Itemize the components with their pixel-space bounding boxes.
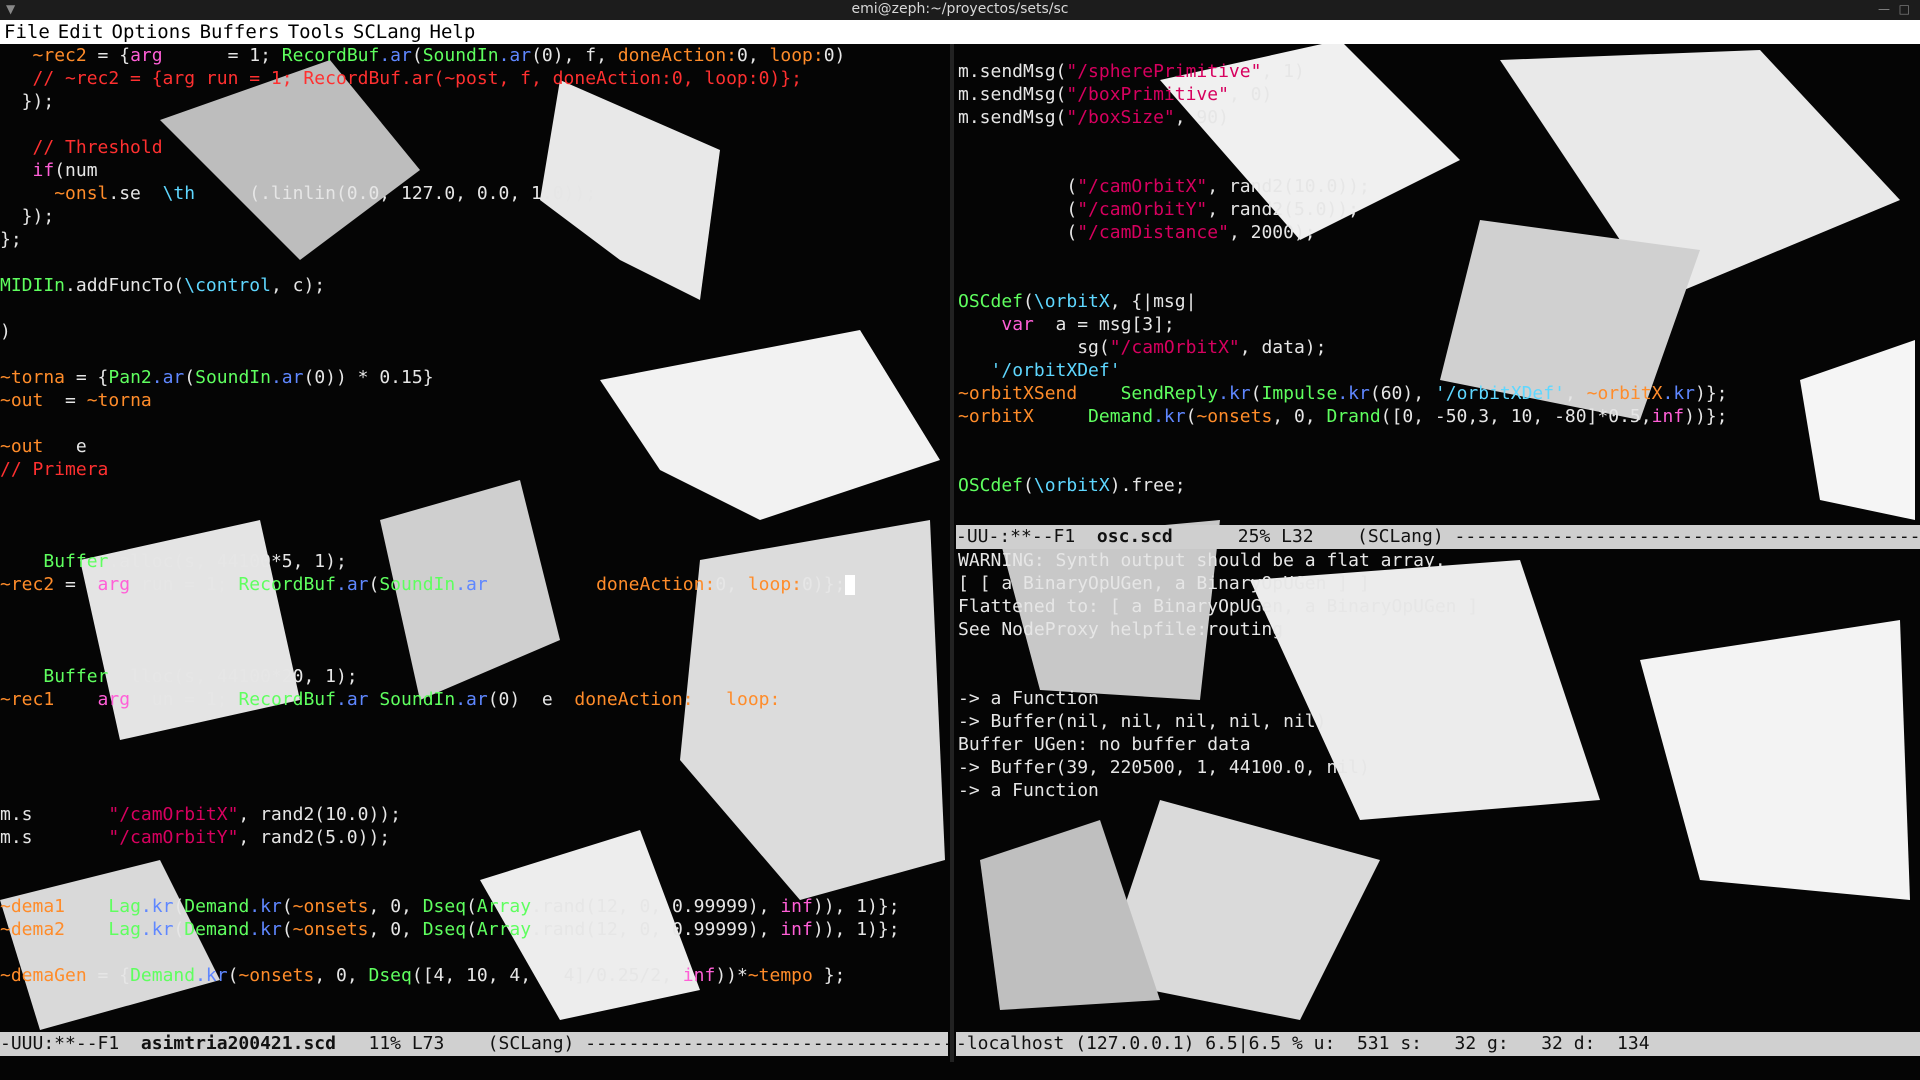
code-line[interactable]: ~orbitX Demand.kr(~onsets, 0, Drand([0, …	[958, 405, 1920, 428]
code-line[interactable]: ~onsl.se \th (.linlin(0.0, 127.0, 0.0, 1…	[0, 182, 944, 205]
post-output-line[interactable]: See NodeProxy helpfile:routing	[958, 618, 1920, 641]
menu-tools[interactable]: Tools	[284, 21, 349, 43]
code-line[interactable]: };	[0, 228, 944, 251]
window-title: emi@zeph:~/proyectos/sets/sc	[851, 1, 1069, 17]
code-line[interactable]: ~demaGen = {Demand.kr(~onsets, 0, Dseq([…	[0, 964, 944, 987]
code-line[interactable]: OSCdef(\orbitX, {|msg|	[958, 290, 1920, 313]
code-line[interactable]: var a = msg[3];	[958, 313, 1920, 336]
modeline-right-top: -UU-:**--F1 osc.scd 25% L32 (SCLang) ---…	[956, 525, 1920, 549]
code-line[interactable]: m.sendMsg("/boxPrimitive", 0)	[958, 83, 1920, 106]
code-line[interactable]: ​	[0, 297, 944, 320]
code-line[interactable]: )	[0, 320, 944, 343]
post-output-line[interactable]: ​	[958, 641, 1920, 664]
code-line[interactable]: // ~rec2 = {arg run = 1; RecordBuf.ar(~p…	[0, 67, 944, 90]
code-line[interactable]: ​	[958, 428, 1920, 451]
code-line[interactable]: ​	[0, 757, 944, 780]
post-output-line[interactable]: [ [ a BinaryOpUGen, a BinaryOpUGen ] ]	[958, 572, 1920, 595]
modeline-filename: osc.scd	[1096, 526, 1173, 547]
menu-edit[interactable]: Edit	[54, 21, 108, 43]
menu-buffers[interactable]: Buffers	[196, 21, 284, 43]
modeline-info: 11% L73 (SCLang) -----------------------…	[335, 1033, 948, 1054]
code-line[interactable]: ​	[0, 527, 944, 550]
code-line[interactable]: if(num	[0, 159, 944, 182]
code-line[interactable]: m.s "/camOrbitY", rand2(5.0));	[0, 826, 944, 849]
code-line[interactable]: ​	[0, 619, 944, 642]
menu-options[interactable]: Options	[108, 21, 196, 43]
maximize-icon[interactable]: □	[1899, 0, 1910, 18]
code-line[interactable]: ​	[958, 267, 1920, 290]
menu-file[interactable]: File	[0, 21, 54, 43]
code-line[interactable]: Buffer.alloc(s, 44100*5, 1);	[0, 550, 944, 573]
code-line[interactable]: ~dema1 Lag.kr(Demand.kr(~onsets, 0, Dseq…	[0, 895, 944, 918]
code-line[interactable]: ​	[0, 481, 944, 504]
server-status: -localhost (127.0.0.1) 6.5|6.5 % u: 531 …	[956, 1033, 1650, 1054]
minimize-icon[interactable]: —	[1878, 0, 1890, 18]
code-line[interactable]: '/orbitXDef'	[958, 359, 1920, 382]
window-menu-icon[interactable]: ▼	[6, 0, 15, 18]
code-line[interactable]: ~orbitXSend SendReply.kr(Impulse.kr(60),…	[958, 382, 1920, 405]
editor-pane-left[interactable]: ~rec2 = {arg = 1; RecordBuf.ar(SoundIn.a…	[0, 44, 944, 1044]
menu-sclang[interactable]: SCLang	[349, 21, 426, 43]
code-line[interactable]: ​	[0, 642, 944, 665]
code-line[interactable]: ​	[0, 734, 944, 757]
code-line[interactable]: });	[0, 90, 944, 113]
code-line[interactable]: ​	[0, 941, 944, 964]
window-titlebar: ▼ emi@zeph:~/proyectos/sets/sc — □	[0, 0, 1920, 20]
code-line[interactable]: ~rec2 = {arg = 1; RecordBuf.ar(SoundIn.a…	[0, 44, 944, 67]
code-line[interactable]: ​	[0, 504, 944, 527]
code-line[interactable]: ​	[958, 451, 1920, 474]
modeline-right-bottom: -localhost (127.0.0.1) 6.5|6.5 % u: 531 …	[956, 1032, 1920, 1056]
text-cursor	[845, 575, 856, 595]
code-line[interactable]: m.sendMsg("/boxSize", 90)	[958, 106, 1920, 129]
post-output-line[interactable]: -> a Function	[958, 779, 1920, 802]
post-window-pane[interactable]: WARNING: Synth output should be a flat a…	[958, 549, 1920, 1029]
code-line[interactable]: ​	[0, 412, 944, 435]
post-output-line[interactable]: WARNING: Synth output should be a flat a…	[958, 549, 1920, 572]
code-line[interactable]: ​	[0, 780, 944, 803]
post-output-line[interactable]: Flattened to: [ a BinaryOpUGen, a Binary…	[958, 595, 1920, 618]
code-line[interactable]: ​	[0, 251, 944, 274]
code-line[interactable]: ​	[0, 849, 944, 872]
post-output-line[interactable]: -> Buffer(nil, nil, nil, nil, nil)	[958, 710, 1920, 733]
window-divider[interactable]	[950, 44, 954, 1062]
code-line[interactable]: ​	[958, 152, 1920, 175]
code-line[interactable]: ​	[0, 113, 944, 136]
code-line[interactable]: ~dema2 Lag.kr(Demand.kr(~onsets, 0, Dseq…	[0, 918, 944, 941]
code-line[interactable]: OSCdef(\orbitX).free;	[958, 474, 1920, 497]
code-line[interactable]: ~torna = {Pan2.ar(SoundIn.ar(0)) * 0.15}	[0, 366, 944, 389]
code-line[interactable]: m.s "/camOrbitX", rand2(10.0));	[0, 803, 944, 826]
code-line[interactable]: ~out e	[0, 435, 944, 458]
code-line[interactable]: sg("/camOrbitX", data);	[958, 336, 1920, 359]
modeline-status: -UU-:**--F1	[956, 526, 1097, 547]
post-output-line[interactable]: -> a Function	[958, 687, 1920, 710]
modeline-info: 25% L32 (SCLang) -----------------------…	[1172, 526, 1920, 547]
code-line[interactable]: // Threshold	[0, 136, 944, 159]
menu-help[interactable]: Help	[426, 21, 480, 43]
code-line[interactable]: ~rec1 arg un = 1; RecordBuf.ar SoundIn.a…	[0, 688, 944, 711]
code-line[interactable]: // Primera	[0, 458, 944, 481]
post-output-line[interactable]: -> Buffer(39, 220500, 1, 44100.0, nil)	[958, 756, 1920, 779]
code-line[interactable]: ("/camOrbitX", rand2(10.0));	[958, 175, 1920, 198]
menu-bar: File Edit Options Buffers Tools SCLang H…	[0, 20, 1920, 44]
code-line[interactable]: ​	[958, 129, 1920, 152]
code-line[interactable]: ​	[0, 872, 944, 895]
editor-pane-right-top[interactable]: m.sendMsg("/spherePrimitive", 1) m.sendMs…	[958, 60, 1920, 530]
code-line[interactable]: Buffer lloc(s, 44100*20, 1);	[0, 665, 944, 688]
code-line[interactable]: ~rec2 = arg run = 1; RecordBuf.ar(SoundI…	[0, 573, 944, 596]
code-line[interactable]: ​	[0, 711, 944, 734]
modeline-left: -UUU:**--F1 asimtria200421.scd 11% L73 (…	[0, 1032, 948, 1056]
modeline-filename: asimtria200421.scd	[140, 1033, 336, 1054]
code-line[interactable]: ("/camDistance", 2000);	[958, 221, 1920, 244]
code-line[interactable]: ​	[958, 244, 1920, 267]
code-line[interactable]: MIDIIn.addFuncTo(\control, c);	[0, 274, 944, 297]
code-line[interactable]: ​	[0, 343, 944, 366]
modeline-status: -UUU:**--F1	[0, 1033, 141, 1054]
post-output-line[interactable]: ​	[958, 664, 1920, 687]
code-line[interactable]: m.sendMsg("/spherePrimitive", 1)	[958, 60, 1920, 83]
code-line[interactable]: ~out = ~torna	[0, 389, 944, 412]
code-line[interactable]: ("/camOrbitY", rand2(5.0));	[958, 198, 1920, 221]
code-line[interactable]: });	[0, 205, 944, 228]
code-line[interactable]: ​	[0, 596, 944, 619]
post-output-line[interactable]: Buffer UGen: no buffer data	[958, 733, 1920, 756]
